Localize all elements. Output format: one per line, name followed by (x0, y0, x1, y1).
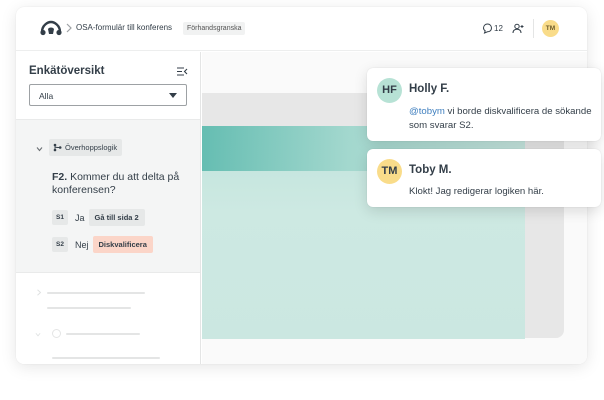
caret-down-icon (169, 93, 177, 98)
comment-author: Holly F. (409, 83, 450, 95)
question-label: Kommer du att delta på konferensen? (52, 171, 180, 196)
add-user-icon[interactable] (512, 23, 524, 34)
question-text[interactable]: F2. Kommer du att delta på konferensen? (52, 171, 192, 197)
answer-code: S1 (52, 210, 68, 225)
survey-outline-sidebar: Enkätöversikt Alla Överhoppslogik F2. Ko… (16, 52, 201, 364)
comment-text: Klokt! Jag redigerar logiken här. (409, 186, 544, 197)
chevron-right-icon (37, 289, 42, 296)
chevron-down-icon (35, 332, 41, 337)
disqualify-action[interactable]: Diskvalificera (92, 236, 153, 253)
topbar-divider (533, 19, 534, 38)
breadcrumb-chevron-icon (66, 23, 72, 33)
user-mention[interactable]: @tobym (409, 106, 445, 117)
answer-row[interactable]: S2 Nej Diskvalificera (52, 236, 153, 253)
placeholder-line (47, 292, 145, 294)
comment-card[interactable]: HF Holly F. @tobym vi borde diskvalifice… (367, 68, 601, 141)
placeholder-line (66, 333, 140, 335)
goto-page-action[interactable]: Gå till sida 2 (88, 209, 145, 226)
skip-logic-badge[interactable]: Överhoppslogik (49, 139, 123, 156)
placeholder-icon (52, 329, 61, 338)
comment-avatar: TM (377, 159, 402, 184)
question-number: F2. (52, 171, 68, 183)
survey-title-breadcrumb[interactable]: OSA-formulär till konferens (76, 23, 172, 32)
comment-avatar: HF (377, 78, 402, 103)
surveymonkey-logo-icon[interactable] (40, 20, 62, 36)
outline-filter-dropdown[interactable]: Alla (29, 84, 187, 106)
placeholder-line (47, 307, 131, 309)
chevron-down-icon[interactable] (36, 146, 43, 152)
skip-logic-label: Överhoppslogik (65, 143, 118, 152)
sidebar-title: Enkätöversikt (29, 65, 105, 77)
answer-row[interactable]: S1 Ja Gå till sida 2 (52, 209, 145, 226)
collapse-sidebar-icon[interactable] (176, 66, 188, 77)
preview-badge[interactable]: Förhandsgranska (183, 22, 246, 35)
comment-card[interactable]: TM Toby M. Klokt! Jag redigerar logiken … (367, 149, 601, 207)
comment-count: 12 (494, 24, 503, 33)
user-avatar[interactable]: TM (542, 20, 559, 37)
top-bar: OSA-formulär till konferens Förhandsgran… (16, 7, 587, 51)
comment-icon[interactable] (482, 23, 493, 34)
answer-text: Ja (75, 212, 85, 223)
answer-text: Nej (75, 239, 89, 250)
placeholder-line (52, 357, 160, 359)
skip-logic-panel: Överhoppslogik F2. Kommer du att delta p… (16, 119, 200, 273)
comment-author: Toby M. (409, 164, 452, 176)
branch-icon (53, 143, 62, 152)
filter-selected-value: Alla (39, 91, 54, 101)
answer-code: S2 (52, 237, 68, 252)
comment-text: @tobym vi borde diskvalificera de sökand… (409, 105, 594, 133)
